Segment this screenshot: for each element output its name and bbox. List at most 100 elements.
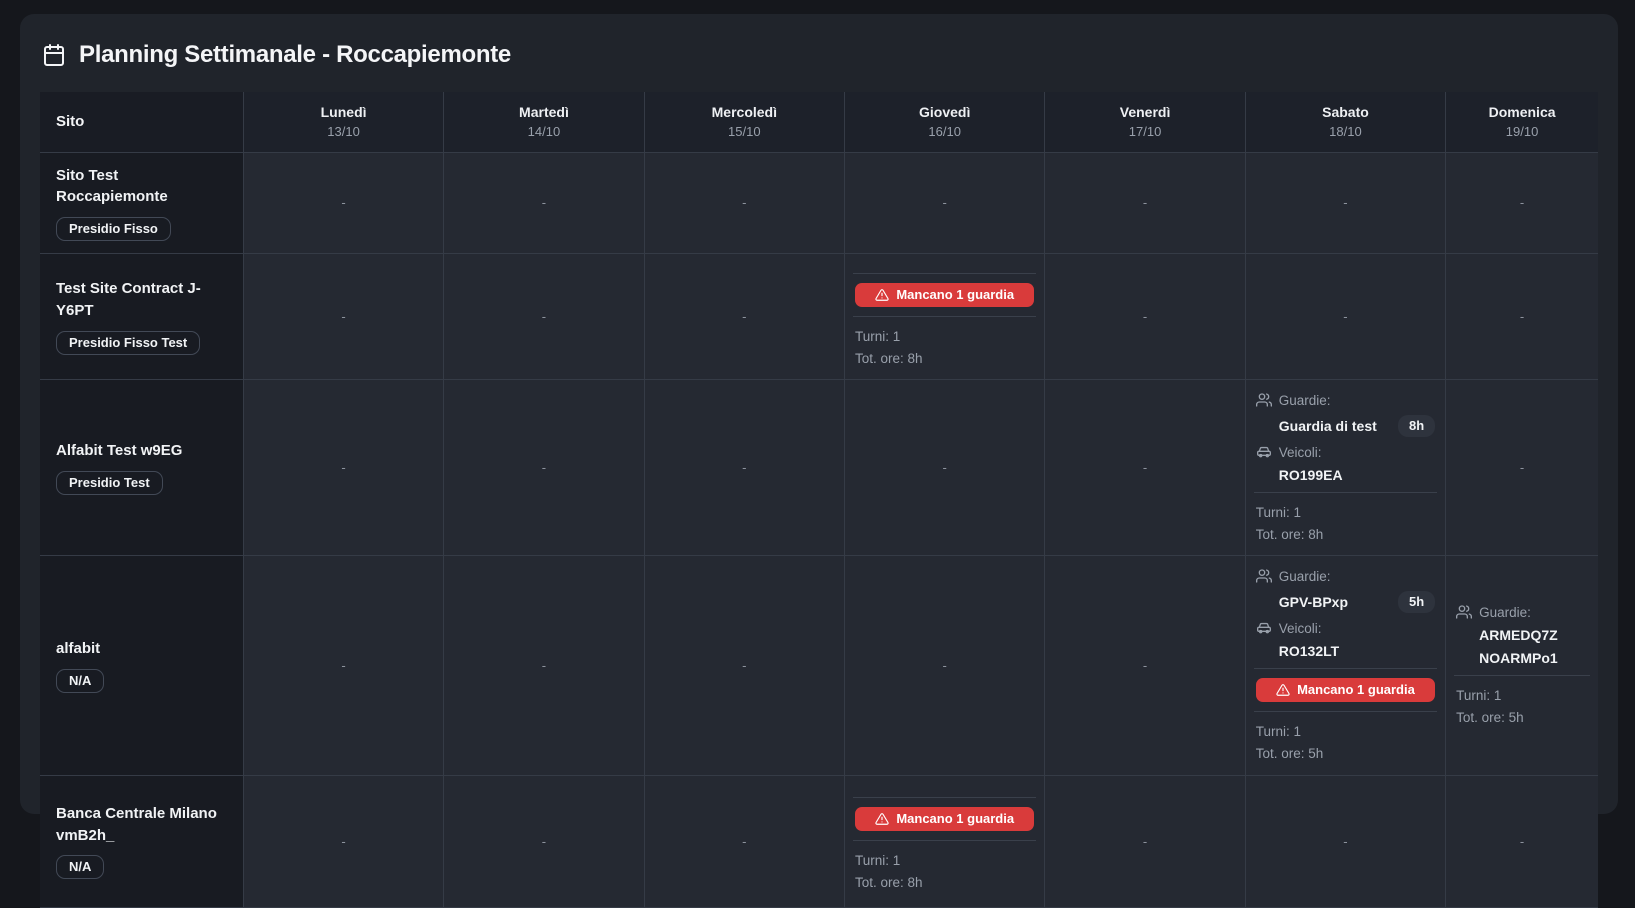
guard-entry: GPV-BPxp5h <box>1279 591 1437 613</box>
site-cell[interactable]: Test Site Contract J-Y6PTPresidio Fisso … <box>40 254 243 380</box>
schedule-cell[interactable]: - <box>1446 380 1598 556</box>
schedule-cell[interactable]: - <box>1045 775 1245 907</box>
missing-guard-text: Mancano 1 guardia <box>896 287 1014 302</box>
vehicles-label: Veicoli: <box>1256 620 1437 636</box>
header-row: Sito Lunedì13/10Martedì14/10Mercoledì15/… <box>40 92 1598 152</box>
site-name: Sito Test Roccapiemonte <box>56 165 227 209</box>
vehicle-plate: RO132LT <box>1279 643 1339 659</box>
schedule-cell[interactable]: - <box>845 152 1045 254</box>
empty-cell-dash: - <box>252 658 435 673</box>
day-name: Mercoledì <box>645 104 844 120</box>
schedule-cell[interactable]: - <box>1446 152 1598 254</box>
schedule-cell[interactable]: - <box>243 775 443 907</box>
day-date: 18/10 <box>1246 124 1445 139</box>
guards-label: Guardie: <box>1256 568 1437 584</box>
schedule-cell[interactable]: - <box>1245 152 1445 254</box>
day-date: 19/10 <box>1446 124 1598 139</box>
empty-cell-dash: - <box>252 309 435 324</box>
guards-label: Guardie: <box>1456 604 1590 620</box>
separator <box>1254 711 1437 712</box>
schedule-cell[interactable]: - <box>444 254 644 380</box>
empty-cell-dash: - <box>1254 309 1437 324</box>
schedule-cell[interactable]: - <box>243 152 443 254</box>
schedule-cell[interactable]: - <box>1045 152 1245 254</box>
schedule-cell[interactable]: - <box>1045 556 1245 775</box>
schedule-cell[interactable]: - <box>644 556 844 775</box>
planning-table-body: Sito Test RoccapiemontePresidio Fisso---… <box>40 152 1598 907</box>
empty-cell-dash: - <box>252 460 435 475</box>
missing-guard-badge: Mancano 1 guardia <box>855 807 1034 831</box>
day-name: Sabato <box>1246 104 1445 120</box>
empty-cell-dash: - <box>1053 309 1236 324</box>
site-name: alfabit <box>56 638 227 660</box>
site-cell[interactable]: Alfabit Test w9EGPresidio Test <box>40 380 243 556</box>
day-name: Domenica <box>1446 104 1598 120</box>
schedule-cell[interactable]: - <box>243 556 443 775</box>
empty-cell-dash: - <box>1454 195 1590 210</box>
day-name: Venerdì <box>1045 104 1244 120</box>
day-header-6: Sabato 18/10 <box>1245 92 1445 152</box>
total-hours: Tot. ore: 5h <box>1456 707 1590 729</box>
total-hours: Tot. ore: 8h <box>1256 524 1437 546</box>
schedule-cell[interactable]: Guardie:ARMEDQ7ZNOARMPo1Turni: 1Tot. ore… <box>1446 556 1598 775</box>
schedule-cell[interactable]: - <box>243 380 443 556</box>
schedule-cell[interactable]: - <box>845 556 1045 775</box>
site-name: Banca Centrale Milano vmB2h_ <box>56 803 227 847</box>
schedule-cell[interactable]: - <box>444 152 644 254</box>
vehicles-label-text: Veicoli: <box>1279 445 1322 460</box>
planning-panel: Planning Settimanale - Roccapiemonte Sit… <box>20 14 1618 814</box>
schedule-cell[interactable]: - <box>444 380 644 556</box>
total-hours: Tot. ore: 8h <box>855 872 1036 894</box>
separator <box>1254 668 1437 669</box>
site-cell[interactable]: alfabitN/A <box>40 556 243 775</box>
site-cell[interactable]: Sito Test RoccapiemontePresidio Fisso <box>40 152 243 254</box>
schedule-cell[interactable]: Mancano 1 guardiaTurni: 1Tot. ore: 8h <box>845 254 1045 380</box>
table-row: Banca Centrale Milano vmB2h_N/A---Mancan… <box>40 775 1598 907</box>
schedule-cell[interactable]: - <box>1045 380 1245 556</box>
schedule-cell[interactable]: Guardie: GPV-BPxp5h Veicoli: RO132LT Mancano… <box>1245 556 1445 775</box>
shifts-count: Turni: 1 <box>1256 721 1437 743</box>
schedule-cell[interactable]: - <box>644 775 844 907</box>
guard-entry: NOARMPo1 <box>1479 650 1590 666</box>
schedule-cell[interactable]: Mancano 1 guardiaTurni: 1Tot. ore: 8h <box>845 775 1045 907</box>
vehicles-label: Veicoli: <box>1256 444 1437 460</box>
page-header: Planning Settimanale - Roccapiemonte <box>42 41 1598 69</box>
schedule-cell[interactable]: - <box>644 152 844 254</box>
guards-label-text: Guardie: <box>1279 393 1331 408</box>
day-date: 13/10 <box>244 124 443 139</box>
total-hours: Tot. ore: 5h <box>1256 743 1437 765</box>
day-name: Martedì <box>444 104 643 120</box>
empty-cell-dash: - <box>653 834 836 849</box>
empty-cell-dash: - <box>653 195 836 210</box>
day-name: Giovedì <box>845 104 1044 120</box>
schedule-cell[interactable]: - <box>1446 254 1598 380</box>
schedule-cell[interactable]: - <box>1245 254 1445 380</box>
separator <box>853 273 1036 274</box>
schedule-cell[interactable]: - <box>1245 775 1445 907</box>
site-cell[interactable]: Banca Centrale Milano vmB2h_N/A <box>40 775 243 907</box>
day-header-3: Mercoledì15/10 <box>644 92 844 152</box>
day-date: 14/10 <box>444 124 643 139</box>
empty-cell-dash: - <box>452 460 635 475</box>
vehicle-icon <box>1256 620 1272 636</box>
empty-cell-dash: - <box>1053 195 1236 210</box>
schedule-cell[interactable]: Guardie:Guardia di test8hVeicoli:RO199EA… <box>1245 380 1445 556</box>
schedule-cell[interactable]: - <box>644 380 844 556</box>
empty-cell-dash: - <box>653 309 836 324</box>
schedule-cell[interactable]: - <box>845 380 1045 556</box>
schedule-cell[interactable]: - <box>444 556 644 775</box>
separator <box>853 316 1036 317</box>
empty-cell-dash: - <box>252 834 435 849</box>
schedule-cell[interactable]: - <box>243 254 443 380</box>
page-title: Planning Settimanale - Roccapiemonte <box>79 41 511 69</box>
schedule-cell[interactable]: - <box>444 775 644 907</box>
guards-label-text: Guardie: <box>1479 605 1531 620</box>
empty-cell-dash: - <box>1454 460 1590 475</box>
hours-badge: 8h <box>1398 415 1435 437</box>
guard-name: GPV-BPxp <box>1279 594 1348 610</box>
schedule-cell[interactable]: - <box>1045 254 1245 380</box>
missing-guard-badge: Mancano 1 guardia <box>1256 678 1435 702</box>
schedule-cell[interactable]: - <box>644 254 844 380</box>
separator <box>853 797 1036 798</box>
schedule-cell[interactable]: - <box>1446 775 1598 907</box>
